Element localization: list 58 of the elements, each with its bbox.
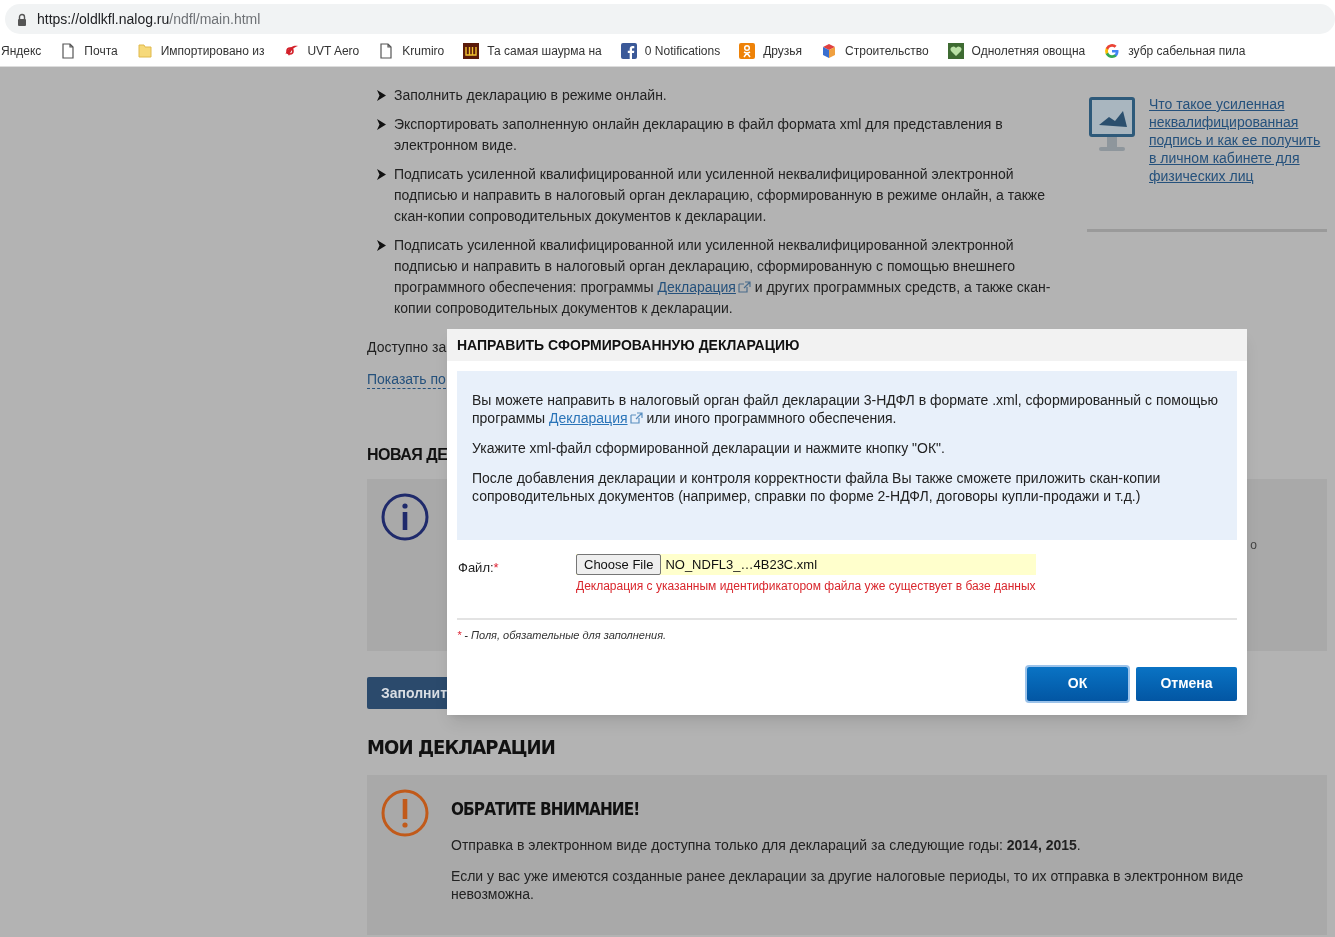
bookmark[interactable]: Почта [60,42,118,60]
warning-icon [381,789,429,837]
error-text: Декларация с указанным идентификатором файла уже существует в базе данных [576,578,1036,595]
signature-info-link[interactable]: Что такое усиленная неквалифицированная подпись и как ее получить в личном кабинете для физических лиц [1149,95,1321,185]
bookmark[interactable]: Импортировано из [136,42,265,60]
step-text: Подписать усиленной квалифицированной или усиленной неквалифицированной электронной подписью и направить в налоговый орган декларацию, сформированную с помощью внешнего программного обеспечения: программы Декларация и других программных средств, а также скан-копии сопроводительных документов к декларации. [394,236,1052,318]
step-text: Подписать усиленной квалифицированной или усиленной неквалифицированной электронной подписью и направить в налоговый орган декларацию, сформированную в режиме онлайн, а также скан-копии сопроводительных документов к декларации. [394,165,1046,226]
bookmark[interactable]: 0 Notifications [620,42,721,60]
heart-icon [947,43,964,59]
external-link-icon [629,412,643,424]
bookmark[interactable]: Та самая шаурма на [463,42,602,60]
field-label: Файл:* [458,559,500,577]
declaration-link[interactable]: Декларация [657,279,751,295]
available-text: Доступно за [367,338,447,357]
modal-title: НАПРАВИТЬ СФОРМИРОВАННУЮ ДЕКЛАРАЦИЮ [447,329,1247,361]
address-bar[interactable]: https://oldlkfl.nalog.ru/ndfl/main.html [5,4,1335,34]
info-icon [381,493,429,541]
message-text: Укажите xml-файл сформированной декларации и нажмите кнопку "ОК". [472,439,946,457]
cube-icon [821,43,838,59]
file-name: NO_NDFL3_…4B23C.xml [665,555,818,574]
facebook-icon [620,43,637,59]
show-link[interactable]: Показать по [367,370,446,389]
external-link-icon [737,281,751,293]
bookmark[interactable]: Друзья [739,42,803,60]
bookmark[interactable]: Krumiro [378,42,445,60]
declaration-link[interactable]: Декларация [549,410,643,426]
section-heading: НОВАЯ ДЕ [367,445,448,465]
dialog-button[interactable]: Отмена [1136,666,1237,701]
page-icon [60,43,77,59]
notice-text: Если у вас уже имеются созданные ранее декларации за другие налоговые периоды, то их отправка в электронном виде невозможна. [451,866,1245,903]
bookmark[interactable]: зубр сабельная пила [1104,42,1246,60]
person-icon [739,43,756,59]
tile-logo-icon [463,43,480,59]
page-icon [378,43,395,59]
url-text: https://oldlkfl.nalog.ru/ndfl/main.html [37,9,261,29]
step-text: Экспортировать заполненную онлайн декларацию в файл формата xml для представления в электронном виде. [394,115,1004,155]
required-note: * - Поля, обязательные для заполнения. [457,628,668,643]
bookmark[interactable]: Строительство [821,42,929,60]
bullet-arrow-icon [377,240,386,251]
lock-icon [17,12,27,26]
dialog-button[interactable]: ОК [1027,666,1128,701]
bullet-arrow-icon [377,169,386,180]
step-text: Заполнить декларацию в режиме онлайн. [394,86,667,105]
folder-icon [136,43,153,59]
section-heading: МОИ ДЕКЛАРАЦИИ [367,735,555,759]
file-field[interactable]: Choose File NO_NDFL3_…4B23C.xml [576,554,1036,575]
notice-text: Отправка в электронном виде доступна только для деклараций за следующие годы: 2014, 2015. [451,835,1082,854]
bookmark[interactable]: UVT Aero [283,42,360,60]
message-text: После добавления декларации и контроля корректности файла Вы также сможете приложить скан-копии сопроводительных документов (например, справки по форме 2-НДФЛ, договоры купли-продажи и т.д.) [472,469,1162,505]
bullet-arrow-icon [377,90,386,101]
bullet-arrow-icon [377,119,386,130]
choose-file-button[interactable]: Choose File [576,554,662,575]
bookmark[interactable]: Однолетняя овощна [947,42,1086,60]
google-icon [1104,43,1121,59]
message-text: Вы можете направить в налоговый орган файл декларации 3-НДФЛ в формате .xml, сформированный с помощью программы Декларация или иного программного обеспечения. [472,391,1219,427]
notice-title: ОБРАТИТЕ ВНИМАНИЕ! [451,798,641,821]
bookmark[interactable]: Яндекс [1,42,42,60]
info-text: о [1250,537,1257,554]
